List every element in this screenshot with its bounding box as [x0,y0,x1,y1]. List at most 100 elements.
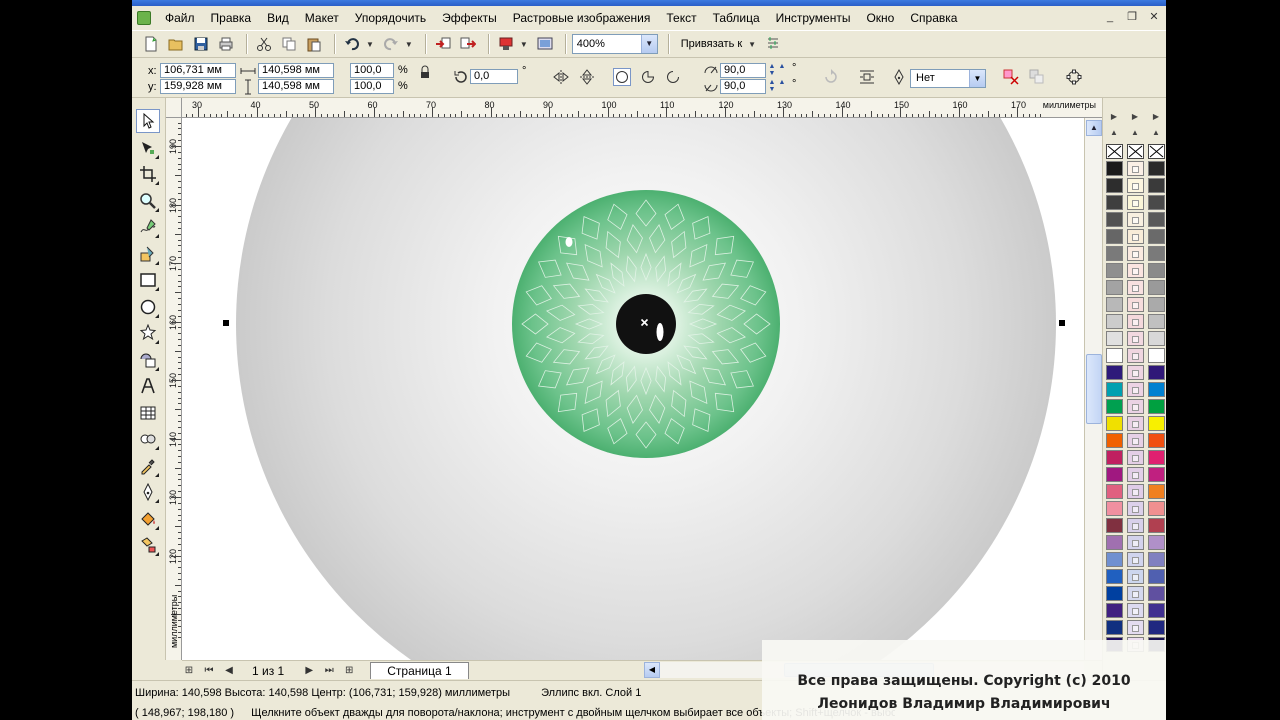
color-swatch[interactable] [1127,161,1144,176]
color-swatch[interactable] [1127,195,1144,210]
color-swatch[interactable] [1148,399,1165,414]
add-page-before-icon[interactable]: ⊞ [182,665,196,676]
color-swatch[interactable] [1106,263,1123,278]
smart-fill-tool[interactable] [136,242,160,266]
restore-button[interactable]: ❐ [1124,10,1140,24]
menu-text[interactable]: Текст [658,11,704,25]
color-swatch[interactable] [1127,229,1144,244]
app-icon[interactable] [137,11,151,25]
menu-help[interactable]: Справка [902,11,965,25]
save-button[interactable] [190,33,212,55]
color-swatch[interactable] [1127,433,1144,448]
color-swatch[interactable] [1127,348,1144,363]
color-swatch[interactable] [1127,297,1144,312]
rectangle-tool[interactable] [136,268,160,292]
color-swatch[interactable] [1106,484,1123,499]
interactive-fill-tool[interactable] [136,533,160,557]
color-swatch[interactable] [1127,314,1144,329]
outline-tool[interactable] [136,480,160,504]
arc-end-angle-input[interactable]: 90,0 [720,79,766,94]
rotation-angle-input[interactable]: 0,0 [470,69,518,84]
x-position-input[interactable]: 106,731 мм [160,63,236,78]
color-swatch[interactable] [1106,535,1123,550]
color-swatch[interactable] [1106,246,1123,261]
selection-handle-left[interactable] [223,320,229,326]
paste-button[interactable] [303,33,325,55]
export-button[interactable] [457,33,479,55]
eyedropper-tool[interactable] [136,454,160,478]
vertical-ruler[interactable]: 190180170160150140130120 миллиметры [166,118,182,660]
ruler-origin[interactable] [166,98,182,118]
color-swatch[interactable] [1148,518,1165,533]
color-swatch[interactable] [1106,450,1123,465]
shape-tool[interactable] [136,136,160,160]
arc-start-spinner[interactable]: ▲ ▼ [767,63,777,78]
color-swatch[interactable] [1106,195,1123,210]
color-swatch[interactable] [1148,484,1165,499]
scroll-up-icon[interactable]: ▲ [1086,120,1102,136]
ellipse-mode-icon[interactable] [613,68,631,86]
basic-shapes-tool[interactable] [136,348,160,372]
color-swatch[interactable] [1148,280,1165,295]
color-swatch[interactable] [1148,246,1165,261]
vertical-scroll-thumb[interactable] [1086,354,1102,424]
color-swatch[interactable] [1127,178,1144,193]
color-swatch[interactable] [1148,297,1165,312]
first-page-icon[interactable]: ⏮ [202,665,216,676]
scale-y-input[interactable]: 100,0 [350,79,394,94]
color-swatch[interactable] [1127,382,1144,397]
color-swatch[interactable] [1106,467,1123,482]
undo-button[interactable] [341,33,363,55]
menu-tools[interactable]: Инструменты [768,11,859,25]
color-swatch[interactable] [1148,263,1165,278]
color-swatch[interactable] [1127,280,1144,295]
color-swatch[interactable] [1127,331,1144,346]
color-swatch[interactable] [1106,518,1123,533]
color-swatch[interactable] [1106,178,1123,193]
object-height-input[interactable]: 140,598 мм [258,79,334,94]
color-swatch[interactable] [1148,161,1165,176]
color-swatch[interactable] [1127,569,1144,584]
menu-effects[interactable]: Эффекты [434,11,505,25]
object-width-input[interactable]: 140,598 мм [258,63,334,78]
redo-dropdown-icon[interactable]: ▼ [405,40,413,49]
color-swatch[interactable] [1148,603,1165,618]
color-swatch[interactable] [1106,161,1123,176]
color-swatch[interactable] [1127,518,1144,533]
palette-menu-icon[interactable]: ▶ [1148,110,1164,124]
color-swatch[interactable] [1106,620,1123,635]
freehand-tool[interactable] [136,215,160,239]
color-swatch[interactable] [1106,586,1123,601]
color-swatch[interactable] [1106,569,1123,584]
color-swatch[interactable] [1148,569,1165,584]
color-swatch[interactable] [1127,603,1144,618]
color-swatch[interactable] [1148,331,1165,346]
copy-button[interactable] [278,33,300,55]
color-swatch[interactable] [1127,246,1144,261]
color-swatch[interactable] [1127,552,1144,567]
color-swatch[interactable] [1127,620,1144,635]
snap-to-menu[interactable]: Привязать к [681,38,742,50]
color-swatch[interactable] [1106,280,1123,295]
color-swatch[interactable] [1106,416,1123,431]
ellipse-tool[interactable] [136,295,160,319]
color-swatch[interactable] [1148,586,1165,601]
color-swatch[interactable] [1127,467,1144,482]
color-swatch[interactable] [1148,450,1165,465]
redo-button[interactable] [380,33,402,55]
color-swatch[interactable] [1127,212,1144,227]
color-swatch[interactable] [1127,263,1144,278]
menu-arrange[interactable]: Упорядочить [347,11,434,25]
menu-file[interactable]: Файл [157,11,203,25]
color-swatch[interactable] [1148,212,1165,227]
color-swatch[interactable] [1106,314,1123,329]
color-swatch[interactable] [1148,314,1165,329]
no-color-swatch[interactable] [1148,144,1165,159]
color-swatch[interactable] [1148,195,1165,210]
text-tool[interactable] [136,374,160,398]
previous-page-icon[interactable]: ◀ [222,665,236,676]
last-page-icon[interactable]: ⏭ [322,665,336,676]
menu-window[interactable]: Окно [858,11,902,25]
palette-menu-icon[interactable]: ▶ [1127,110,1143,124]
import-button[interactable] [432,33,454,55]
